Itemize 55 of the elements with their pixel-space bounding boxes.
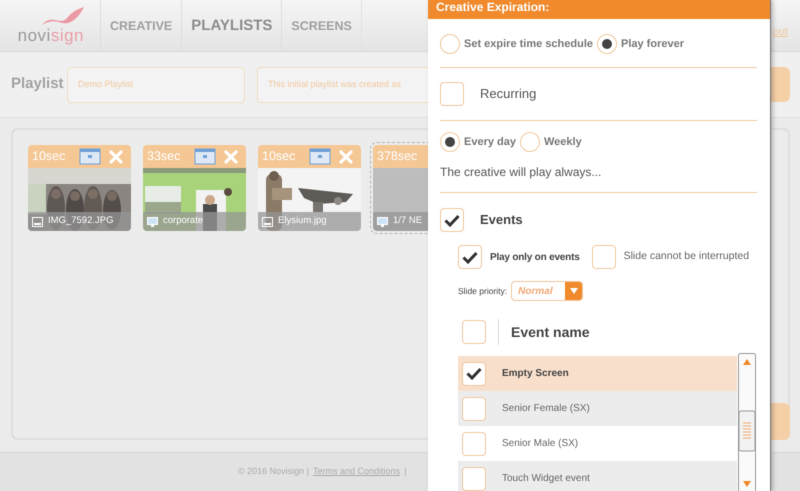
checkbox[interactable] [462,432,486,456]
image-icon [32,216,43,226]
radio-button[interactable] [440,132,460,152]
checkbox[interactable] [592,245,616,269]
checkbox[interactable] [458,245,482,269]
duration-label: 378sec [377,148,418,166]
logout-link[interactable]: out [772,24,788,51]
file-name: IMG_7592.JPG [48,214,114,228]
dialog-title: Creative Expiration: [428,0,770,19]
event-row[interactable]: Senior Female (SX) [458,391,737,426]
playlist-name-field[interactable]: Demo Playlist [67,66,245,102]
duration-label: 10sec [32,148,66,166]
radio-label: Set expire time schedule [464,36,593,52]
radio-button[interactable] [440,34,460,54]
select-all-checkbox[interactable] [462,320,486,344]
terms-link[interactable]: Terms and Conditions [313,465,400,478]
scrollbar[interactable] [738,353,757,491]
duration-label: 10sec [262,148,296,166]
checkbox[interactable] [462,396,486,420]
check-icon [462,250,478,264]
checkbox[interactable] [462,362,486,386]
check-icon [466,367,482,380]
priority-label: Slide priority: [458,284,508,298]
swoosh-icon [42,7,84,27]
logo[interactable]: novisign [18,27,84,44]
radio-button[interactable] [520,132,540,152]
checkbox[interactable] [462,466,486,490]
checkbox-label: Slide cannot be interrupted [624,249,750,264]
checkbox[interactable] [440,82,464,106]
check-icon [444,214,460,226]
action-button[interactable] [770,403,790,440]
event-row[interactable]: Empty Screen [458,356,737,391]
file-name: Elysium.jpg [278,214,327,228]
radio-label: Weekly [544,134,582,150]
column-header: Event name [511,322,590,342]
caret-icon [570,288,578,294]
separator-text: | [404,465,406,478]
event-row[interactable]: Touch Widget event [458,461,737,491]
duration-label: 33sec [147,148,182,166]
monitor-icon [147,216,158,226]
checkbox-label: Recurring [480,85,536,104]
file-name: 1/7 NE [393,214,422,228]
playlist-label: Playlist [10,74,65,94]
file-name: corporate [163,214,204,228]
event-row[interactable]: Senior Male (SX) [458,426,737,461]
save-button[interactable] [770,67,790,102]
priority-dropdown[interactable]: Normal [511,281,584,301]
image-icon [262,216,273,226]
checkbox[interactable] [440,208,464,232]
monitor-icon [377,216,388,226]
radio-label: Play forever [621,36,684,52]
checkbox-label: Events [480,211,523,230]
copyright-text: © 2016 Novisign | [238,465,310,478]
radio-button[interactable] [597,34,617,54]
checkbox-label: Play only on events [490,250,580,264]
